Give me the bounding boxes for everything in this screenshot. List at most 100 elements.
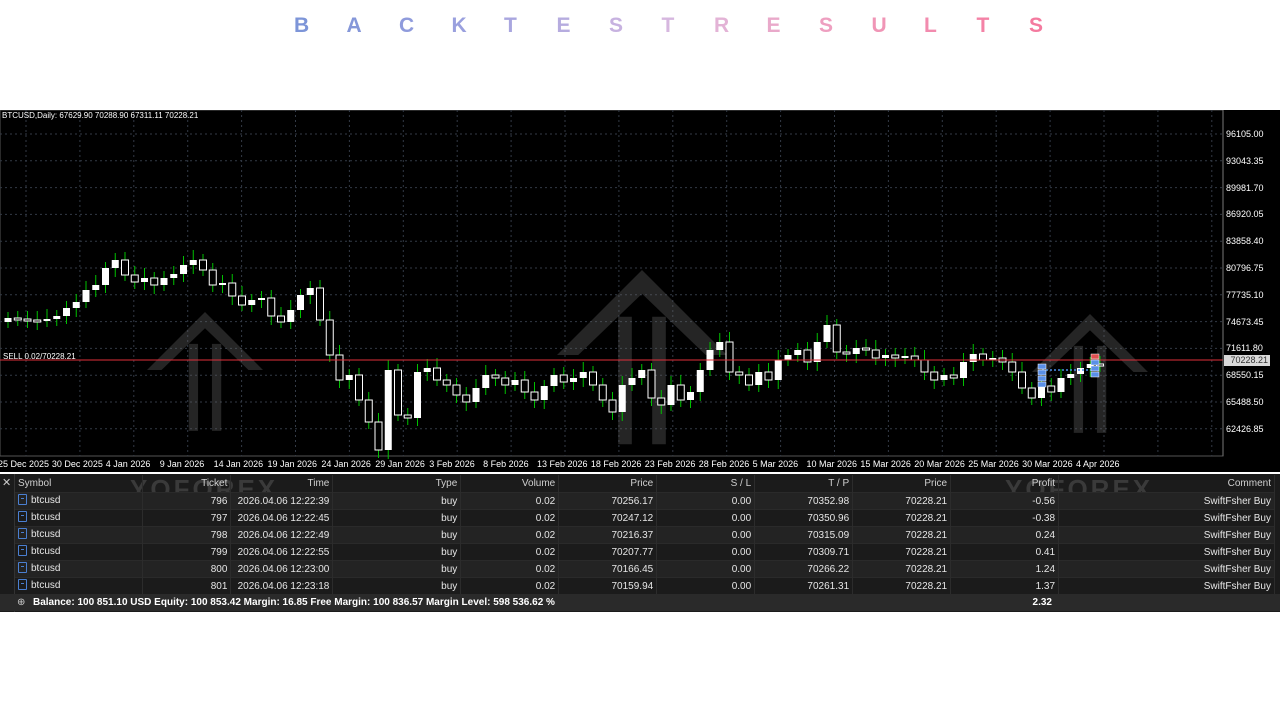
column-header[interactable]: Time [230,475,334,493]
price-axis-label: 86920.05 [1226,209,1264,220]
candle-body [852,348,860,354]
date-axis-label: 14 Jan 2026 [213,459,264,469]
table-cell: SwiftFsher Buy [1058,526,1275,544]
column-header[interactable]: Comment [1058,475,1275,493]
table-cell: -0.56 [950,492,1060,510]
candle-body [219,283,226,285]
candle-body [170,274,178,278]
candle-body [423,368,431,372]
symbol-text: btcusd [31,546,61,558]
table-cell: 70261.31 [754,577,854,594]
candle-body [199,259,207,271]
candle-body [72,302,80,308]
candle-body [764,371,773,381]
table-cell: 0.24 [950,526,1060,544]
candle-body [520,379,529,393]
candle-body [384,370,392,450]
candle-body [228,282,237,297]
title-letter: E [766,14,781,37]
candle-body [258,298,265,300]
table-cell: buy [332,526,462,544]
candle-body [540,386,548,400]
table-row[interactable]: btcusd 800 2026.04.06 12:23:00 buy 0.02 70166… [15,560,1275,578]
table-row[interactable]: btcusd 798 2026.04.06 12:22:49 buy 0.02 70216… [15,526,1275,544]
column-header[interactable]: S / L [656,475,756,493]
table-cell: SwiftFsher Buy [1058,492,1275,510]
date-axis-label: 5 Mar 2026 [752,459,799,469]
candle-body [871,349,880,359]
position-icon [18,545,27,557]
date-axis-label: 8 Feb 2026 [483,459,529,469]
column-header[interactable]: Symbol [15,475,144,493]
table-row[interactable]: btcusd 797 2026.04.06 12:22:45 buy 0.02 70247… [15,509,1275,527]
column-header[interactable]: Ticket [142,475,232,493]
table-cell: 796 [142,492,232,510]
candle-body [774,360,782,380]
table-cell: 2026.04.06 12:22:49 [230,526,334,544]
column-header[interactable]: T / P [754,475,854,493]
price-axis-label: 96105.00 [1226,129,1264,139]
candle-body [687,392,694,400]
table-cell: 70207.77 [558,543,658,561]
candle-body [725,341,734,373]
candle-body [63,308,70,316]
date-axis-label: 19 Jan 2026 [267,459,318,469]
table-cell: SwiftFsher Buy [1058,577,1275,594]
table-cell: 70247.12 [558,509,658,527]
table-cell: 0.00 [656,577,756,594]
balance-row: ⊕ Balance: 100 851.10 USD Equity: 100 85… [0,594,1280,611]
table-cell: 2026.04.06 12:22:39 [230,492,334,510]
column-header[interactable]: Price [852,475,952,493]
candle-body [267,297,276,317]
price-axis-label: 74673.45 [1226,316,1264,327]
candle-body [920,359,929,373]
column-header[interactable]: Type [332,475,462,493]
candle-body [150,277,159,286]
table-cell: 70228.21 [852,560,952,578]
table-cell: 799 [142,543,232,561]
candle-body [4,318,12,322]
table-row[interactable]: btcusd 799 2026.04.06 12:22:55 buy 0.02 70207… [15,543,1275,561]
chart-symbol-info: BTCUSD,Daily: 67629.90 70288.90 67311.11… [2,111,199,120]
symbol-text: btcusd [31,529,61,541]
table-cell: 1.37 [950,577,1060,594]
table-cell: buy [332,577,462,594]
candle-body [53,316,61,319]
table-row[interactable]: btcusd 801 2026.04.06 12:23:18 buy 0.02 70159… [15,577,1275,594]
date-axis-label: 10 Mar 2026 [806,459,858,469]
close-icon[interactable]: ✕ [2,476,11,489]
table-cell: 0.00 [656,526,756,544]
column-header[interactable]: Profit [950,475,1060,493]
position-icon [18,579,27,591]
position-icon [18,562,27,574]
candle-body [1027,387,1036,399]
candle-body [676,384,685,401]
date-axis-label: 28 Feb 2026 [698,459,750,469]
price-chart[interactable]: BTCUSD,Daily: 67629.90 70288.90 67311.11… [0,110,1280,472]
title-letter: L [924,14,937,37]
expand-plus-icon[interactable]: ⊕ [17,594,25,611]
candle-body [501,377,510,386]
column-header[interactable]: Price [558,475,658,493]
page-title: BACKTESTRESULTS [290,14,1050,42]
table-cell: 798 [142,526,232,544]
candle-body [716,342,724,350]
candle-body [735,371,744,376]
candle-body [160,278,168,285]
price-axis-label: 62426.85 [1226,423,1264,434]
column-header[interactable]: Volume [460,475,560,493]
candle-body [570,378,577,382]
candle-body [325,319,334,356]
symbol-cell: btcusd [15,577,144,594]
candle-body [433,367,441,381]
candle-body [248,300,256,305]
candle-body [598,384,607,401]
table-row[interactable]: btcusd 796 2026.04.06 12:22:39 buy 0.02 70256… [15,492,1275,510]
symbol-text: btcusd [31,512,61,524]
candle-body [960,362,967,378]
position-icon [18,528,27,540]
trade-marker [1090,365,1100,372]
table-cell: 2026.04.06 12:23:00 [230,560,334,578]
date-axis-label: 20 Mar 2026 [914,459,965,469]
trade-marker [1037,381,1047,388]
